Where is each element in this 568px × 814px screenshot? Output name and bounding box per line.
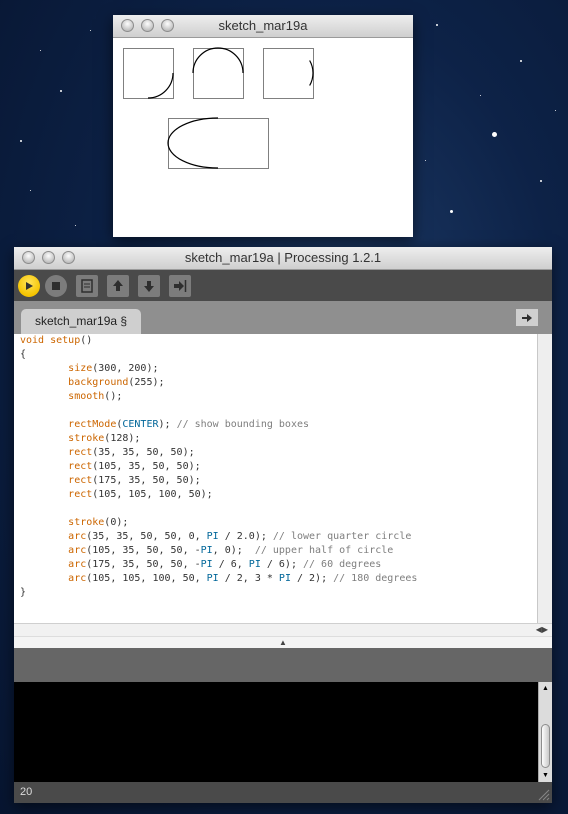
processing-window: sketch_mar19a | Processing 1.2.1 sketch_… xyxy=(14,247,552,803)
open-arrow-icon xyxy=(113,279,123,291)
code-line[interactable]: arc(175, 35, 50, 50, -PI / 6, PI / 6); /… xyxy=(20,559,381,570)
right-arrow-icon xyxy=(522,313,532,322)
stop-icon xyxy=(52,281,60,290)
bounding-box-3 xyxy=(263,48,314,99)
close-button[interactable] xyxy=(121,19,134,32)
code-line[interactable]: { xyxy=(20,349,26,360)
code-line[interactable]: stroke(0); xyxy=(20,517,128,528)
close-button[interactable] xyxy=(22,251,35,264)
export-arrow-icon xyxy=(174,279,187,292)
code-line[interactable]: stroke(128); xyxy=(20,433,140,444)
sketch-canvas xyxy=(123,47,314,169)
code-line[interactable]: arc(105, 105, 100, 50, PI / 2, 3 * PI / … xyxy=(20,573,417,584)
arc-lower-quarter xyxy=(147,72,174,99)
code-line[interactable]: void setup() xyxy=(20,335,92,346)
new-button[interactable] xyxy=(76,274,98,297)
arc-60-degrees xyxy=(309,60,314,86)
code-text[interactable]: void setup() { size(300, 200); backgroun… xyxy=(14,334,537,600)
code-line[interactable]: rect(105, 35, 50, 50); xyxy=(20,461,200,472)
code-line[interactable]: size(300, 200); xyxy=(20,363,158,374)
code-line[interactable]: rect(175, 35, 50, 50); xyxy=(20,475,200,486)
code-editor[interactable]: void setup() { size(300, 200); backgroun… xyxy=(14,334,537,623)
arc-180-degrees xyxy=(167,117,219,169)
run-button[interactable] xyxy=(18,274,40,297)
toolbar xyxy=(14,270,552,301)
tab-menu-button[interactable] xyxy=(516,309,538,326)
minimize-button[interactable] xyxy=(42,251,55,264)
tab-bar: sketch_mar19a § xyxy=(14,301,552,334)
scroll-down-icon[interactable]: ▼ xyxy=(542,772,549,779)
processing-titlebar[interactable]: sketch_mar19a | Processing 1.2.1 xyxy=(14,247,552,270)
sketch-title: sketch_mar19a xyxy=(218,18,308,33)
tab-sketch[interactable]: sketch_mar19a § xyxy=(21,309,142,334)
message-area xyxy=(14,648,552,682)
code-line[interactable]: rectMode(CENTER); // show bounding boxes xyxy=(20,419,309,430)
console-output[interactable] xyxy=(14,682,538,782)
save-button[interactable] xyxy=(138,274,160,297)
editor-vertical-scrollbar[interactable] xyxy=(537,334,552,623)
open-button[interactable] xyxy=(107,274,129,297)
code-line[interactable]: arc(105, 35, 50, 50, -PI, 0); // upper h… xyxy=(20,545,393,556)
processing-title: sketch_mar19a | Processing 1.2.1 xyxy=(184,250,382,265)
code-line[interactable]: rect(35, 35, 50, 50); xyxy=(20,447,194,458)
resize-grip-icon[interactable] xyxy=(538,789,550,801)
minimize-button[interactable] xyxy=(141,19,154,32)
play-icon xyxy=(26,281,33,290)
console-scrollbar[interactable]: ▲ ▼ xyxy=(538,682,552,782)
code-line[interactable]: smooth(); xyxy=(20,391,122,402)
code-line[interactable]: rect(105, 105, 100, 50); xyxy=(20,489,213,500)
zoom-button[interactable] xyxy=(161,19,174,32)
sketch-window: sketch_mar19a xyxy=(113,15,413,237)
save-arrow-icon xyxy=(144,280,154,292)
code-line[interactable]: arc(35, 35, 50, 50, 0, PI / 2.0); // low… xyxy=(20,531,411,542)
stop-button[interactable] xyxy=(45,274,67,297)
scroll-up-icon[interactable]: ▲ xyxy=(542,685,549,692)
line-number: 20 xyxy=(20,786,33,798)
console-scroll-thumb[interactable] xyxy=(541,724,550,768)
code-line[interactable]: } xyxy=(20,587,26,598)
zoom-button[interactable] xyxy=(62,251,75,264)
code-line[interactable]: background(255); xyxy=(20,377,164,388)
status-bar: 20 xyxy=(14,782,552,803)
arc-upper-half xyxy=(192,47,244,74)
editor-horizontal-scrollbar[interactable]: ◀▶ xyxy=(14,623,552,637)
export-button[interactable] xyxy=(169,274,191,297)
scroll-arrows-icon[interactable]: ◀▶ xyxy=(536,625,548,634)
sketch-titlebar[interactable]: sketch_mar19a xyxy=(113,15,413,38)
new-file-icon xyxy=(81,278,93,293)
